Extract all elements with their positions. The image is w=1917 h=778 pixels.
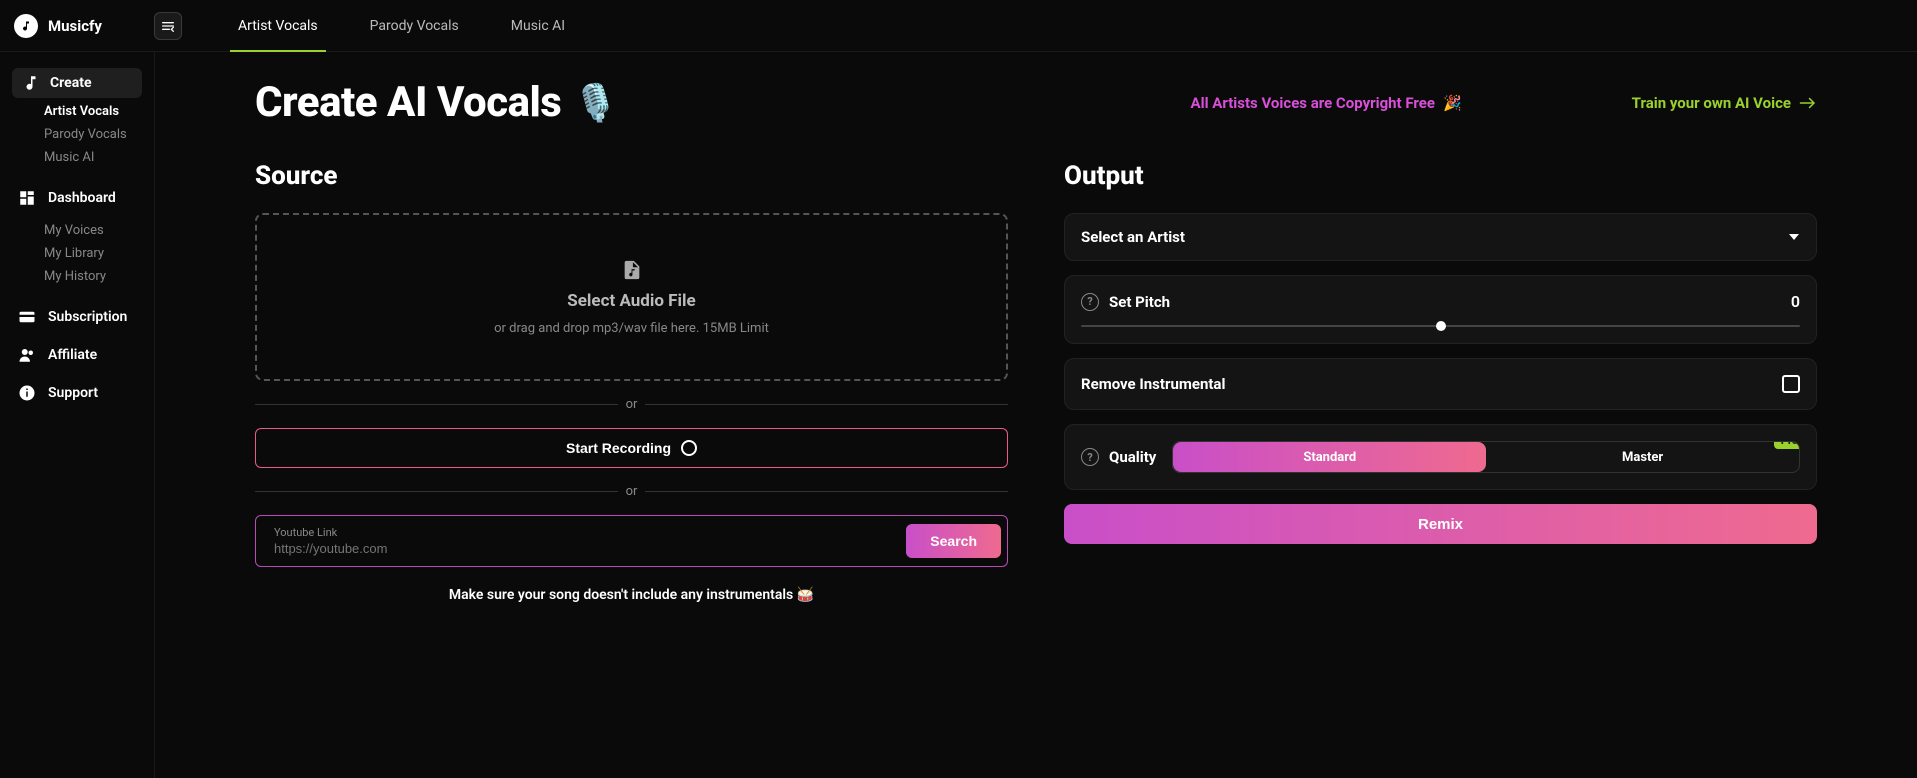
sidebar-support-label: Support <box>48 385 98 401</box>
pitch-slider-thumb[interactable] <box>1436 321 1446 331</box>
audio-file-icon <box>621 259 643 281</box>
train-voice-label: Train your own AI Voice <box>1632 94 1791 112</box>
remove-instrumental-checkbox[interactable] <box>1782 375 1800 393</box>
music-note-icon <box>22 74 40 92</box>
sidebar-affiliate[interactable]: Affiliate <box>0 336 154 374</box>
source-panel: Source Select Audio File or drag and dro… <box>255 161 1008 603</box>
sidebar-support[interactable]: Support <box>0 374 154 412</box>
people-icon <box>18 346 36 364</box>
dashboard-icon <box>18 189 36 207</box>
credit-card-icon <box>18 308 36 326</box>
youtube-search-button[interactable]: Search <box>906 524 1001 558</box>
sidebar-create[interactable]: Create <box>12 68 142 98</box>
instrumental-hint: Make sure your song doesn't include any … <box>255 587 1008 603</box>
source-heading: Source <box>255 161 1008 191</box>
help-icon[interactable]: ? <box>1081 448 1099 466</box>
microphone-icon: 🎙️ <box>573 82 617 124</box>
tab-music-ai[interactable]: Music AI <box>485 0 591 52</box>
sidebar-affiliate-label: Affiliate <box>48 347 97 363</box>
tab-artist-vocals[interactable]: Artist Vocals <box>212 0 344 52</box>
sidebar: Create Artist Vocals Parody Vocals Music… <box>0 52 155 778</box>
copyright-free-notice: All Artists Voices are Copyright Free 🎉 <box>1191 94 1462 112</box>
pitch-value: 0 <box>1791 292 1800 311</box>
page-title: Create AI Vocals 🎙️ <box>255 78 618 127</box>
logo-block: Musicfy <box>14 14 154 38</box>
train-voice-link[interactable]: Train your own AI Voice <box>1632 94 1817 112</box>
menu-collapse-icon <box>160 18 176 34</box>
audio-dropzone[interactable]: Select Audio File or drag and drop mp3/w… <box>255 213 1008 381</box>
record-label: Start Recording <box>566 440 671 456</box>
start-recording-button[interactable]: Start Recording <box>255 428 1008 468</box>
sidebar-subscription[interactable]: Subscription <box>0 298 154 336</box>
sidebar-dashboard[interactable]: Dashboard <box>0 179 154 217</box>
sidebar-create-label: Create <box>50 75 92 91</box>
youtube-label: Youtube Link <box>274 526 894 539</box>
sidebar-item-my-library[interactable]: My Library <box>44 246 154 261</box>
sidebar-item-artist-vocals[interactable]: Artist Vocals <box>44 104 154 119</box>
quality-label: Quality <box>1109 448 1156 466</box>
quality-toggle: Standard Master Pro <box>1172 441 1800 473</box>
sidebar-item-my-history[interactable]: My History <box>44 269 154 284</box>
output-heading: Output <box>1064 161 1817 191</box>
sidebar-subscription-label: Subscription <box>48 309 127 325</box>
remove-instrumental-label: Remove Instrumental <box>1081 375 1225 393</box>
party-icon: 🎉 <box>1443 94 1462 112</box>
brand-name: Musicfy <box>48 17 102 35</box>
sidebar-item-parody-vocals[interactable]: Parody Vocals <box>44 127 154 142</box>
chevron-down-icon <box>1788 231 1800 243</box>
page-title-text: Create AI Vocals <box>255 78 561 127</box>
or-separator-2: or <box>255 484 1008 499</box>
sidebar-dashboard-label: Dashboard <box>48 190 116 206</box>
top-header: Musicfy Artist Vocals Parody Vocals Musi… <box>0 0 1917 52</box>
info-icon <box>18 384 36 402</box>
pro-badge: Pro <box>1774 441 1800 449</box>
arrow-right-icon <box>1799 96 1817 110</box>
quality-standard[interactable]: Standard <box>1173 442 1486 472</box>
record-icon <box>681 440 697 456</box>
quality-master[interactable]: Master <box>1486 442 1799 472</box>
artist-select-label: Select an Artist <box>1081 228 1185 246</box>
sidebar-toggle-button[interactable] <box>154 12 182 40</box>
sidebar-item-music-ai[interactable]: Music AI <box>44 150 154 165</box>
logo-icon <box>14 14 38 38</box>
help-icon[interactable]: ? <box>1081 293 1099 311</box>
remove-instrumental-card: Remove Instrumental <box>1064 358 1817 410</box>
quality-card: ? Quality Standard Master Pro <box>1064 424 1817 490</box>
youtube-link-input[interactable] <box>274 541 894 556</box>
remix-button[interactable]: Remix <box>1064 504 1817 544</box>
output-panel: Output Select an Artist ? Set Pitch 0 <box>1064 161 1817 603</box>
sidebar-item-my-voices[interactable]: My Voices <box>44 223 154 238</box>
or-separator: or <box>255 397 1008 412</box>
pitch-card: ? Set Pitch 0 <box>1064 275 1817 344</box>
copyright-free-text: All Artists Voices are Copyright Free <box>1191 94 1435 112</box>
pitch-slider[interactable] <box>1081 325 1800 327</box>
tab-parody-vocals[interactable]: Parody Vocals <box>344 0 485 52</box>
youtube-input-row: Youtube Link Search <box>255 515 1008 567</box>
dropzone-title: Select Audio File <box>567 291 695 311</box>
top-tabs: Artist Vocals Parody Vocals Music AI <box>212 0 591 52</box>
artist-select[interactable]: Select an Artist <box>1064 213 1817 261</box>
pitch-label: Set Pitch <box>1109 293 1170 311</box>
main-content: Create AI Vocals 🎙️ All Artists Voices a… <box>155 52 1917 778</box>
dropzone-subtitle: or drag and drop mp3/wav file here. 15MB… <box>494 321 769 336</box>
